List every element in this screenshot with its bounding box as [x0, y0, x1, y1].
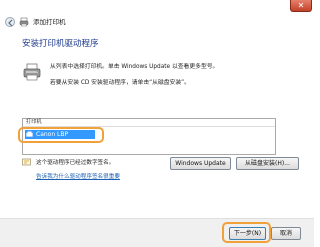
description-line-2: 若要从安装 CD 安装驱动程序，请单击“从磁盘安装”。: [50, 80, 190, 86]
window-title: 添加打印机: [33, 18, 66, 26]
back-arrow-icon: [8, 19, 13, 27]
next-button-highlight: [222, 222, 271, 243]
selection-highlight: [18, 127, 104, 143]
page-heading: 安装打印机驱动程序: [22, 39, 99, 49]
list-column-header: 打印机: [23, 119, 275, 127]
signature-info-link[interactable]: 告诉我为什么驱动程序签名很重要: [36, 173, 120, 181]
description-line-1: 从列表中选择打印机。单击 Windows Update 以查看更多型号。: [50, 64, 219, 70]
have-disk-button[interactable]: 从磁盘安装(H)...: [236, 157, 299, 170]
back-button[interactable]: [5, 17, 15, 27]
signed-driver-icon: [22, 158, 31, 166]
signature-status: 这个驱动程序已经过数字签名。: [36, 160, 115, 166]
windows-update-button[interactable]: Windows Update: [170, 157, 231, 170]
close-button[interactable]: ✕: [290, 0, 312, 12]
printer-small-icon: [19, 17, 29, 27]
printer-icon: [23, 63, 41, 81]
cancel-button[interactable]: 取消: [271, 227, 301, 240]
